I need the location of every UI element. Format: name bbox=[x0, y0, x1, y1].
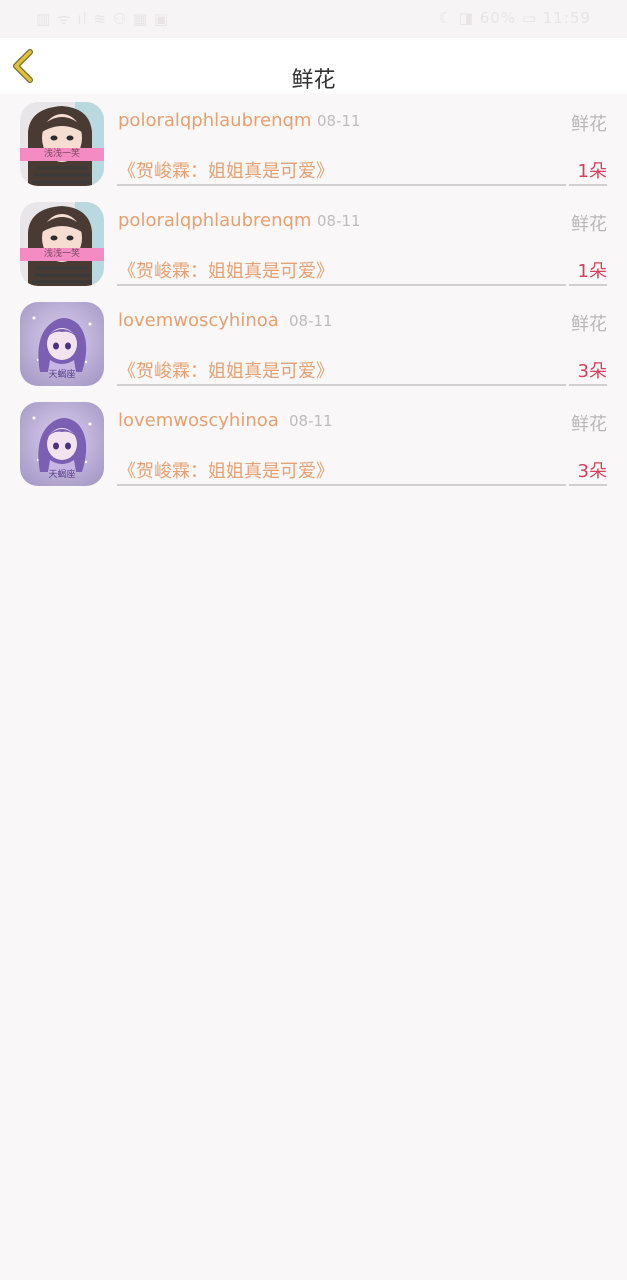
username[interactable]: lovemwoscyhinoa bbox=[118, 410, 279, 431]
gift-type: 鲜花 bbox=[571, 114, 607, 135]
divider bbox=[117, 284, 607, 286]
page-title: 鲜花 bbox=[291, 68, 336, 93]
avatar[interactable]: 天蝎座 bbox=[20, 302, 104, 386]
avatar-caption: 天蝎座 bbox=[48, 470, 76, 480]
gift-type: 鲜花 bbox=[571, 414, 607, 435]
avatar[interactable]: 浅浅一笑 bbox=[20, 202, 104, 286]
flower-count: 3朵 bbox=[577, 461, 607, 482]
status-icons-left: ▥ ᯤ ıl ≋ ⚇ ▦ ▣ bbox=[36, 10, 170, 28]
username[interactable]: poloralqphlaubrenqm bbox=[118, 110, 311, 131]
avatar[interactable]: 浅浅一笑 bbox=[20, 102, 104, 186]
list-item[interactable]: 天蝎座 lovemwoscyhinoa 08-11 鲜花 《贺峻霖：姐姐真是可爱… bbox=[0, 294, 627, 394]
article-title[interactable]: 《贺峻霖：姐姐真是可爱》 bbox=[118, 257, 334, 283]
username[interactable]: poloralqphlaubrenqm bbox=[118, 210, 311, 231]
divider bbox=[117, 484, 607, 486]
list-item[interactable]: 浅浅一笑 poloralqphlaubrenqm 08-11 鲜花 《贺峻霖：姐… bbox=[0, 194, 627, 294]
avatar-caption: 天蝎座 bbox=[48, 370, 76, 380]
divider bbox=[117, 184, 607, 186]
date: 08-11 bbox=[289, 312, 333, 330]
list-item[interactable]: 浅浅一笑 poloralqphlaubrenqm 08-11 鲜花 《贺峻霖：姐… bbox=[0, 94, 627, 194]
date: 08-11 bbox=[317, 212, 361, 230]
avatar-caption: 浅浅一笑 bbox=[43, 249, 80, 259]
status-icons-right: ☾ ◨ 60% ▭ 11:59 bbox=[438, 9, 591, 27]
divider bbox=[117, 384, 607, 386]
avatar-image-girl bbox=[20, 202, 104, 286]
flower-count: 3朵 bbox=[577, 361, 607, 382]
article-title[interactable]: 《贺峻霖：姐姐真是可爱》 bbox=[118, 357, 334, 383]
flower-count: 1朵 bbox=[577, 161, 607, 182]
date: 08-11 bbox=[317, 112, 361, 130]
flower-count: 1朵 bbox=[577, 261, 607, 282]
gift-type: 鲜花 bbox=[571, 314, 607, 335]
username[interactable]: lovemwoscyhinoa bbox=[118, 310, 279, 331]
date: 08-11 bbox=[289, 412, 333, 430]
article-title[interactable]: 《贺峻霖：姐姐真是可爱》 bbox=[118, 457, 334, 483]
flower-record-list: 浅浅一笑 poloralqphlaubrenqm 08-11 鲜花 《贺峻霖：姐… bbox=[0, 94, 627, 494]
header: 鲜花 bbox=[0, 38, 627, 94]
gift-type: 鲜花 bbox=[571, 214, 607, 235]
avatar-image-girl bbox=[20, 102, 104, 186]
list-item[interactable]: 天蝎座 lovemwoscyhinoa 08-11 鲜花 《贺峻霖：姐姐真是可爱… bbox=[0, 394, 627, 494]
avatar-caption: 浅浅一笑 bbox=[43, 149, 80, 159]
avatar[interactable]: 天蝎座 bbox=[20, 402, 104, 486]
status-bar: ▥ ᯤ ıl ≋ ⚇ ▦ ▣ ☾ ◨ 60% ▭ 11:59 bbox=[0, 0, 627, 38]
article-title[interactable]: 《贺峻霖：姐姐真是可爱》 bbox=[118, 157, 334, 183]
